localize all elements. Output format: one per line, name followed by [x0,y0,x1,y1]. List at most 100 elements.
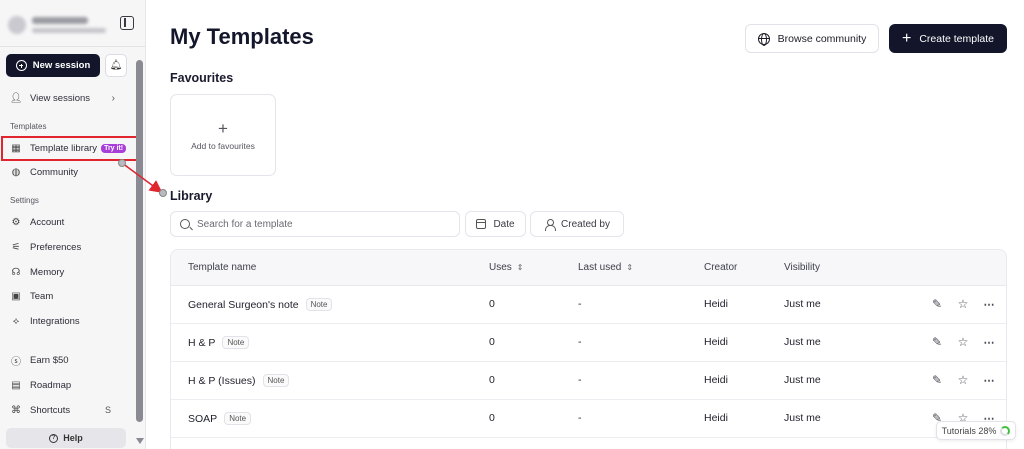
sidebar-item-integrations[interactable]: ⟡ Integrations [10,311,135,331]
dollar-icon: ⓢ [11,356,21,368]
search-input[interactable] [197,218,447,230]
sidebar-item-account[interactable]: ⚙ Account [10,212,135,232]
pencil-icon[interactable]: ✎ [930,335,944,349]
creator-value: Heidi [704,412,728,424]
command-icon: ⌘ [11,404,21,416]
create-template-label: Create template [919,32,995,45]
sort-icon: ⇕ [516,263,524,272]
visibility-value: Just me [784,374,821,386]
tutorials-progress-button[interactable]: Tutorials 28% [936,421,1016,440]
section-label-templates: Templates [10,122,47,131]
sidebar-item-memory[interactable]: ☊ Memory [10,262,135,282]
last-used-value: - [578,374,582,386]
sidebar-item-earn[interactable]: ⓢ Earn $50 [10,350,135,370]
sidebar-item-label: Earn $50 [30,354,69,366]
new-session-button[interactable]: New session [6,54,100,77]
add-to-favourites-card[interactable]: + Add to favourites [170,94,276,176]
column-header-name: Template name [188,262,257,273]
browse-community-button[interactable]: Browse community [745,24,879,53]
sidebar-item-label: Team [30,290,54,302]
sidebar-item-view-sessions[interactable]: 👤︎ View sessions › [10,88,135,108]
section-label-settings: Settings [10,196,39,205]
plus-icon: + [901,29,912,47]
map-icon: ▤ [11,379,21,391]
brain-icon: ☊ [11,266,21,278]
sidebar-item-preferences[interactable]: ⚟ Preferences [10,237,135,257]
annotation-highlight-box [1,136,141,161]
bell-icon: 🔔︎ [109,60,123,71]
calendar-icon [476,219,487,229]
tutorials-label: Tutorials 28% [941,425,997,436]
create-template-button[interactable]: + Create template [889,24,1007,53]
favourites-heading: Favourites [170,71,234,85]
sidebar-scrollbar[interactable] [136,60,143,422]
template-name: H & P (Issues) [188,374,256,387]
table-row[interactable]: SOAP Note 0 - Heidi Just me ✎ ☆ ⋯ [171,400,1006,438]
template-name: General Surgeon's note [188,298,299,311]
new-session-label: New session [32,60,91,71]
shortcut-key: S [104,405,111,415]
note-tag: Note [305,298,333,311]
sidebar-divider [0,46,146,47]
template-search[interactable] [170,211,460,237]
help-button[interactable]: ? Help [6,428,126,448]
last-used-value: - [578,412,582,424]
table-row[interactable]: H & P (Issues) Note 0 - Heidi Just me ✎ … [171,362,1006,400]
more-icon[interactable]: ⋯ [982,373,996,387]
scroll-down-arrow-icon[interactable] [136,438,144,444]
integrations-icon: ⟡ [12,315,20,327]
column-header-creator: Creator [704,262,738,273]
table-row[interactable]: H & P Note 0 - Heidi Just me ✎ ☆ ⋯ [171,324,1006,362]
uses-value: 0 [489,298,495,310]
visibility-value: Just me [784,412,821,424]
user-icon [544,218,556,231]
uses-value: 0 [489,412,495,424]
pencil-icon[interactable]: ✎ [930,373,944,387]
page-title: My Templates [170,24,314,49]
sidebar: New session 🔔︎ 👤︎ View sessions › Templa… [0,0,146,449]
note-tag: Note [262,374,290,387]
sidebar-item-team[interactable]: ▣ Team [10,286,135,306]
column-header-last-used[interactable]: Last used ⇕ [578,262,633,273]
avatar [8,16,26,34]
team-icon: ▣ [11,290,21,302]
visibility-value: Just me [784,336,821,348]
last-used-value: - [578,336,582,348]
creator-value: Heidi [704,298,728,310]
created-by-filter-label: Created by [561,218,610,230]
add-to-favourites-label: Add to favourites [191,140,255,151]
column-header-uses[interactable]: Uses ⇕ [489,262,523,273]
more-icon[interactable]: ⋯ [982,335,996,349]
pencil-icon[interactable]: ✎ [930,297,944,311]
sidebar-item-label: Preferences [30,241,82,253]
created-by-filter-button[interactable]: Created by [530,211,624,237]
star-icon[interactable]: ☆ [956,297,970,311]
sidebar-item-label: Community [30,166,79,178]
star-icon[interactable]: ☆ [956,335,970,349]
help-icon: ? [49,433,59,443]
sidebar-item-community[interactable]: ◍ Community [10,162,135,182]
user-profile-blurred[interactable] [8,12,108,38]
sliders-icon: ⚟ [11,241,21,253]
sidebar-collapse-icon[interactable] [120,16,134,30]
sidebar-item-roadmap[interactable]: ▤ Roadmap [10,375,135,395]
table-row[interactable]: General Surgeon's note Note 0 - Heidi Ju… [171,286,1006,324]
globe-icon: ◍ [11,166,21,178]
sidebar-item-label: Shortcuts [30,404,71,416]
browse-community-label: Browse community [777,32,867,45]
more-icon[interactable]: ⋯ [982,297,996,311]
library-heading: Library [170,189,213,203]
sidebar-item-label: Integrations [30,315,80,327]
chevron-right-icon: › [111,92,115,104]
star-icon[interactable]: ☆ [956,373,970,387]
date-filter-button[interactable]: Date [465,211,526,237]
note-tag: Note [224,412,252,425]
creator-value: Heidi [704,374,728,386]
sessions-icon: 👤︎ [9,92,23,104]
notifications-button[interactable]: 🔔︎ [105,54,127,77]
date-filter-label: Date [493,218,515,230]
template-name: H & P [188,336,216,349]
gear-icon: ⚙ [11,216,21,228]
sidebar-item-shortcuts[interactable]: ⌘ Shortcuts S [10,400,135,420]
column-header-visibility: Visibility [784,262,820,273]
